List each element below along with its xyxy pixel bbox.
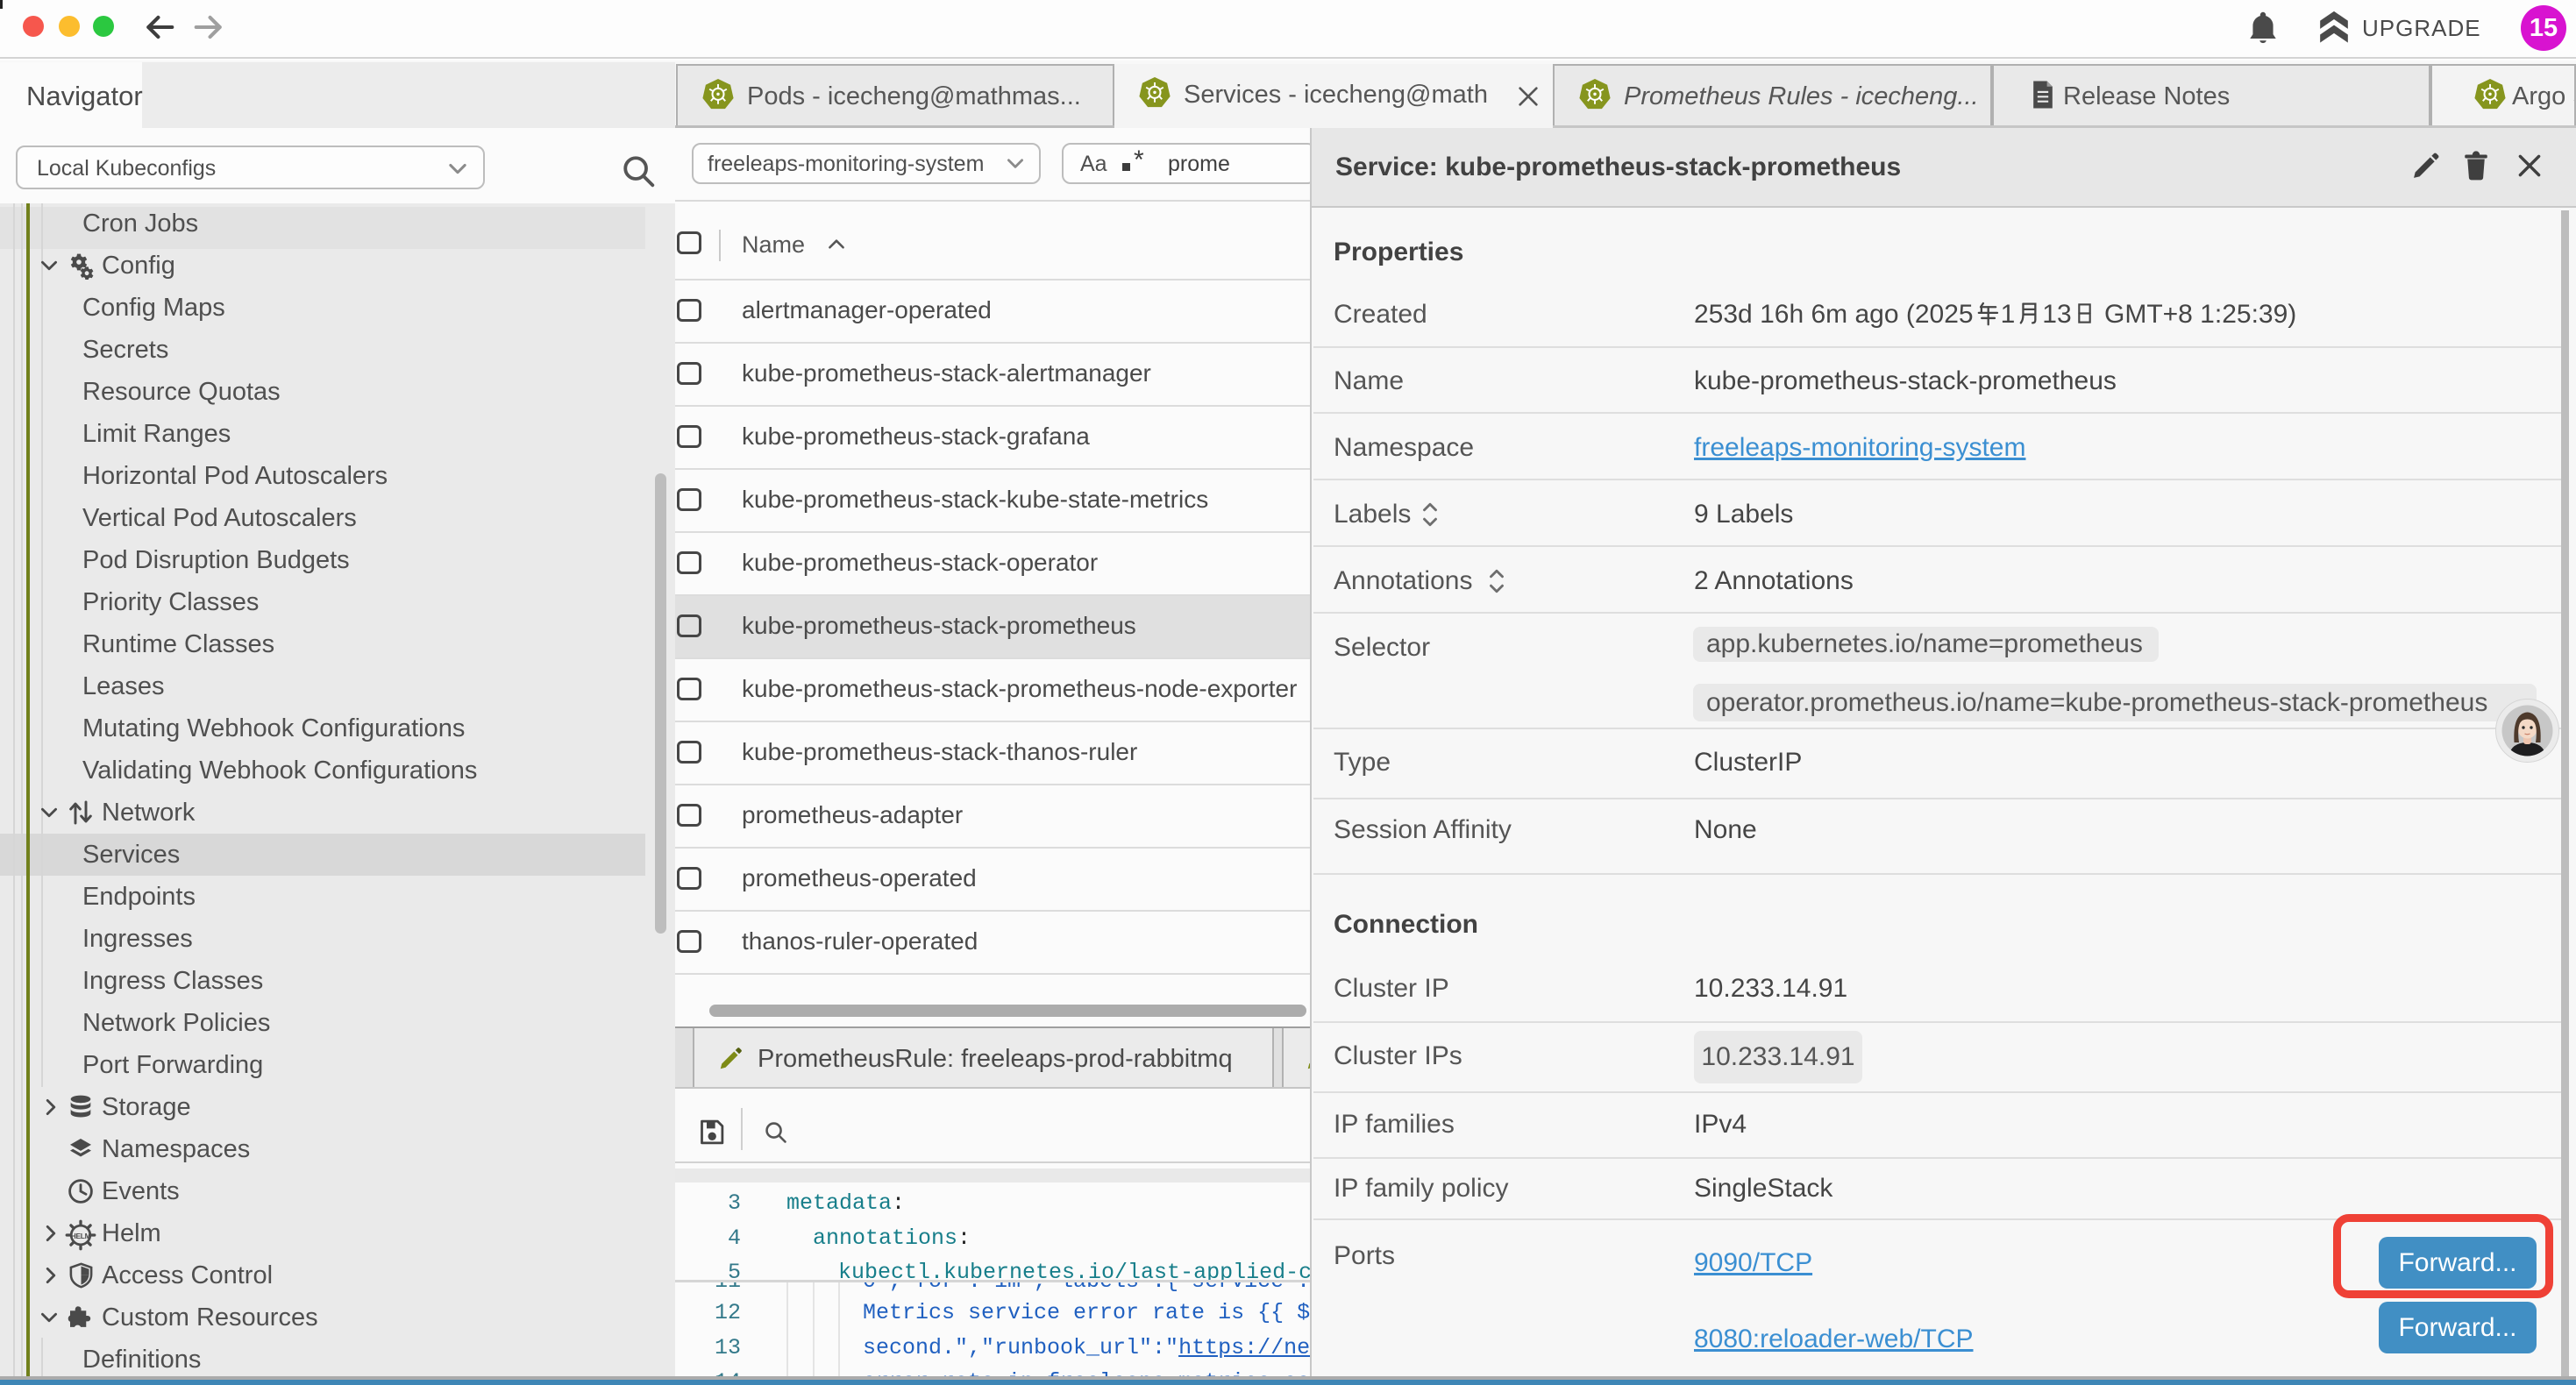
svg-text:HELM: HELM [71,1232,91,1240]
